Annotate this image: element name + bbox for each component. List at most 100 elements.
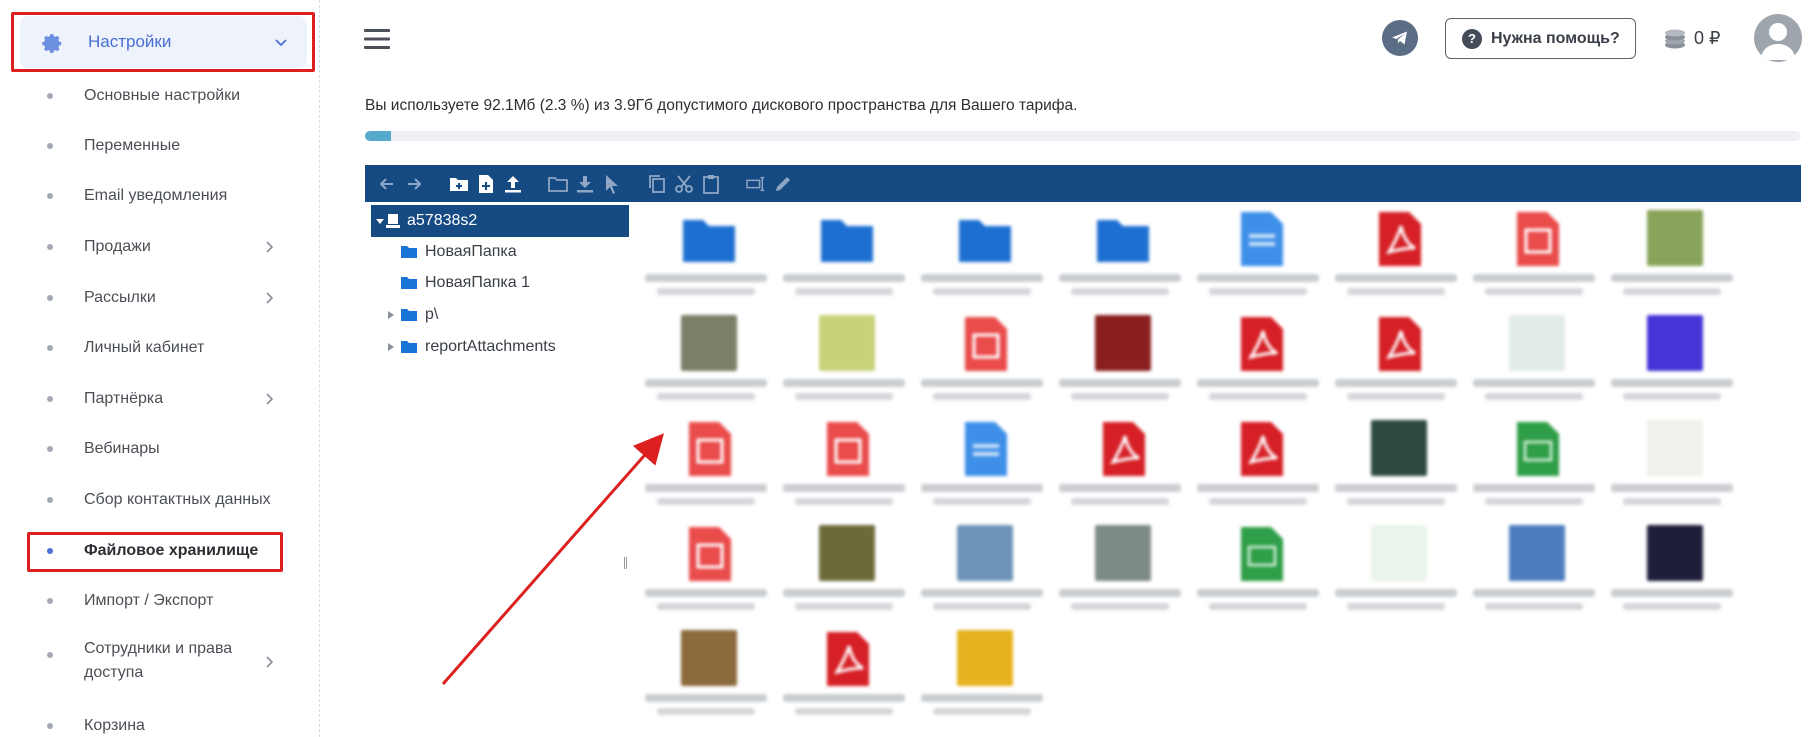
file-name	[933, 603, 1031, 610]
sidebar-item-partners[interactable]: Партнёрка	[0, 374, 319, 424]
file-item[interactable]	[1191, 519, 1325, 623]
file-item[interactable]	[777, 204, 911, 308]
rename-icon[interactable]	[746, 174, 766, 194]
image-thumbnail	[1371, 525, 1427, 581]
file-item[interactable]	[1191, 414, 1325, 518]
sidebar-item-trash[interactable]: Корзина	[0, 701, 319, 737]
file-item[interactable]	[915, 309, 1049, 413]
tree-node-folder[interactable]: НоваяПапка	[401, 239, 517, 265]
file-item[interactable]	[1329, 519, 1463, 623]
coins-icon	[1665, 29, 1685, 49]
file-item[interactable]	[915, 519, 1049, 623]
pdf-file-icon	[1241, 317, 1283, 371]
hamburger-icon[interactable]	[364, 26, 390, 52]
file-name	[795, 288, 893, 295]
file-name	[645, 589, 767, 597]
file-item[interactable]	[1329, 204, 1463, 308]
image-thumbnail	[819, 315, 875, 371]
new-file-icon[interactable]	[476, 174, 496, 194]
tree-node-folder[interactable]: p\	[387, 302, 438, 328]
tree-node-label: НоваяПапка 1	[425, 274, 530, 291]
file-item[interactable]	[639, 624, 773, 728]
file-item[interactable]	[1053, 309, 1187, 413]
file-item[interactable]	[1467, 309, 1601, 413]
file-item[interactable]	[639, 309, 773, 413]
file-name	[657, 498, 755, 505]
file-item[interactable]	[1605, 519, 1739, 623]
tree-root-label: a57838s2	[407, 212, 478, 229]
file-item[interactable]	[639, 414, 773, 518]
help-button[interactable]: ? Нужна помощь?	[1445, 18, 1636, 59]
file-item[interactable]	[1467, 414, 1601, 518]
presentation-file-icon	[827, 422, 869, 476]
pane-resize-handle[interactable]	[624, 557, 627, 569]
sidebar-item-personal-cabinet[interactable]: Личный кабинет	[0, 323, 319, 373]
forward-icon[interactable]	[404, 174, 424, 194]
download-icon[interactable]	[575, 174, 595, 194]
tree-node-folder[interactable]: НоваяПапка 1	[401, 270, 530, 296]
sidebar-item-contact-collection[interactable]: Сбор контактных данных	[0, 475, 319, 525]
file-item[interactable]	[1329, 309, 1463, 413]
file-item[interactable]	[915, 204, 1049, 308]
file-item[interactable]	[1467, 519, 1601, 623]
file-item[interactable]	[915, 624, 1049, 728]
file-name	[1473, 484, 1595, 492]
file-name	[795, 498, 893, 505]
select-icon[interactable]	[602, 174, 622, 194]
file-item[interactable]	[1467, 204, 1601, 308]
cut-icon[interactable]	[674, 174, 694, 194]
file-item[interactable]	[639, 519, 773, 623]
file-item[interactable]	[1191, 309, 1325, 413]
sidebar-item-import-export[interactable]: Импорт / Экспорт	[0, 576, 319, 626]
back-icon[interactable]	[377, 174, 397, 194]
spreadsheet-file-icon	[1517, 422, 1559, 476]
file-name	[783, 694, 905, 702]
file-manager-toolbar	[365, 165, 1801, 202]
file-name	[1071, 393, 1169, 400]
file-item[interactable]	[1053, 414, 1187, 518]
user-avatar[interactable]	[1754, 14, 1802, 62]
sidebar-item-webinars[interactable]: Вебинары	[0, 424, 319, 474]
tree-node-label: НоваяПапка	[425, 243, 517, 260]
tree-node-folder[interactable]: reportAttachments	[387, 334, 556, 360]
file-name	[1623, 498, 1721, 505]
sidebar-item-sales[interactable]: Продажи	[0, 222, 319, 272]
file-item[interactable]	[915, 414, 1049, 518]
image-thumbnail	[957, 630, 1013, 686]
file-item[interactable]	[1053, 519, 1187, 623]
file-item[interactable]	[639, 204, 773, 308]
file-item[interactable]	[1605, 414, 1739, 518]
file-item[interactable]	[1191, 204, 1325, 308]
sidebar-item-email-notifications[interactable]: Email уведомления	[0, 171, 319, 221]
edit-icon[interactable]	[773, 174, 793, 194]
file-item[interactable]	[777, 624, 911, 728]
sidebar-item-mailings[interactable]: Рассылки	[0, 273, 319, 323]
sidebar-item-staff-access[interactable]: Сотрудники и права доступа	[0, 629, 319, 695]
upload-icon[interactable]	[503, 174, 523, 194]
file-item[interactable]	[1605, 309, 1739, 413]
file-item[interactable]	[1605, 204, 1739, 308]
paste-icon[interactable]	[701, 174, 721, 194]
copy-icon[interactable]	[647, 174, 667, 194]
balance[interactable]: 0 ₽	[1662, 26, 1720, 50]
tree-root[interactable]: a57838s2	[371, 205, 629, 237]
sidebar-item-main-settings[interactable]: Основные настройки	[0, 71, 319, 121]
file-item[interactable]	[1329, 414, 1463, 518]
folder-icon	[821, 220, 873, 262]
file-item[interactable]	[1053, 204, 1187, 308]
folder-icon	[401, 246, 417, 258]
new-folder-icon[interactable]	[449, 174, 469, 194]
telegram-button[interactable]	[1382, 20, 1418, 56]
file-item[interactable]	[777, 519, 911, 623]
open-icon[interactable]	[548, 174, 568, 194]
sidebar-item-label: Переменные	[84, 137, 181, 154]
file-name	[645, 484, 767, 492]
bullet-icon	[47, 446, 53, 452]
sidebar-item-variables[interactable]: Переменные	[0, 121, 319, 171]
file-item[interactable]	[777, 309, 911, 413]
file-item[interactable]	[777, 414, 911, 518]
storage-usage-fill	[365, 131, 392, 141]
file-name	[921, 274, 1043, 282]
bullet-icon	[47, 193, 53, 199]
bullet-icon	[47, 345, 53, 351]
